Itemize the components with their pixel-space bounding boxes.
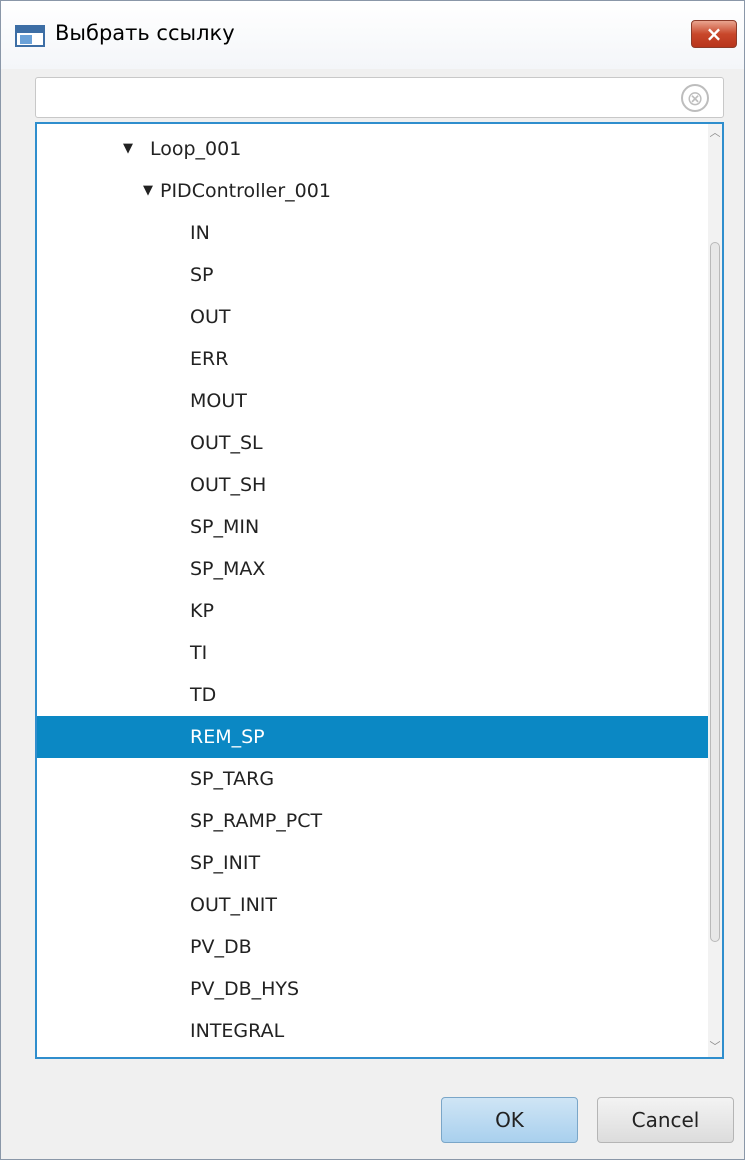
tree-leaf-label: SP [190, 264, 214, 286]
tree-leaf-label: INTEGRAL [190, 1020, 285, 1042]
tree-leaf-label: OUT [190, 306, 231, 328]
scroll-thumb[interactable] [710, 242, 720, 942]
tree-leaf-label: KP [190, 600, 214, 622]
tree-leaf-item[interactable]: SP_MIN [37, 506, 708, 548]
tree-leaf-label: TD [190, 684, 217, 706]
tree-leaf-item[interactable]: PV_DB_HYS [37, 968, 708, 1010]
tree-leaf-label: SP_INIT [190, 852, 261, 874]
tree-leaf-label: PV_DB [190, 936, 252, 958]
tree-leaf-label: OUT_SL [190, 432, 263, 454]
window-title: Выбрать ссылку [55, 21, 235, 45]
tree-leaf-item[interactable]: KP [37, 590, 708, 632]
tree-leaf-label: OUT_SH [190, 474, 267, 496]
tree-leaf-label: IN [190, 222, 210, 244]
link-tree[interactable]: ▼ Loop_001 ▼ PIDController_001 IN SP OUT ER… [35, 122, 724, 1059]
tree-leaf-item[interactable]: SP_RAMP_PCT [37, 800, 708, 842]
tree-leaf-label: SP_MAX [190, 558, 266, 580]
tree-leaf-label: ERR [190, 348, 229, 370]
tree-leaf-item[interactable]: SP [37, 254, 708, 296]
search-input[interactable] [35, 77, 724, 118]
tree-node-label: Loop_001 [150, 138, 242, 160]
tree-node-controller[interactable]: ▼ PIDController_001 [37, 170, 708, 212]
tree-leaf-label: REM_SP [190, 726, 265, 748]
tree-leaf-item[interactable]: SP_TARG [37, 758, 708, 800]
tree-leaf-item[interactable]: OUT_SL [37, 422, 708, 464]
vertical-scrollbar[interactable]: ︿ ﹀ [708, 124, 722, 1057]
title-bar[interactable]: Выбрать ссылку × [1, 1, 744, 69]
cancel-button[interactable]: Cancel [597, 1097, 734, 1143]
expand-arrow-icon[interactable]: ▼ [123, 128, 133, 170]
tree-leaf-label: OUT_INIT [190, 894, 277, 916]
ok-button[interactable]: OK [441, 1097, 578, 1143]
tree-leaf-item[interactable]: REM_SP [37, 716, 708, 758]
tree-leaf-item[interactable]: OUT_INIT [37, 884, 708, 926]
scroll-up-arrow-icon[interactable]: ︿ [708, 126, 722, 140]
expand-arrow-icon[interactable]: ▼ [143, 170, 153, 212]
tree-leaf-item[interactable]: OUT_SH [37, 464, 708, 506]
close-button[interactable]: × [691, 20, 737, 48]
tree-leaf-item[interactable]: OUT [37, 296, 708, 338]
tree-node-label: PIDController_001 [160, 180, 331, 202]
tree-leaf-item[interactable]: IN [37, 212, 708, 254]
tree-leaf-label: PV_DB_HYS [190, 978, 300, 1000]
tree-leaf-item[interactable]: TI [37, 632, 708, 674]
tree-leaf-item[interactable]: ERR [37, 338, 708, 380]
scroll-down-arrow-icon[interactable]: ﹀ [708, 1040, 722, 1054]
tree-leaf-label: SP_RAMP_PCT [190, 810, 323, 832]
tree-leaf-item[interactable]: PV_DB [37, 926, 708, 968]
select-link-dialog: Выбрать ссылку × ⊗ ▼ Loop_001 ▼ PIDContr… [0, 0, 745, 1160]
tree-leaf-item[interactable]: SP_MAX [37, 548, 708, 590]
tree-leaf-item[interactable]: TD [37, 674, 708, 716]
tree-node-loop[interactable]: ▼ Loop_001 [37, 128, 708, 170]
tree-leaf-label: TI [190, 642, 208, 664]
tree-leaf-label: SP_TARG [190, 768, 275, 790]
tree-leaf-label: MOUT [190, 390, 247, 412]
tree-leaf-item[interactable]: SP_INIT [37, 842, 708, 884]
window-app-icon [15, 25, 45, 47]
tree-leaf-item[interactable]: INTEGRAL [37, 1010, 708, 1052]
tree-leaf-item[interactable]: MOUT [37, 380, 708, 422]
tree-leaf-label: SP_MIN [190, 516, 260, 538]
clear-search-icon[interactable]: ⊗ [681, 84, 709, 112]
